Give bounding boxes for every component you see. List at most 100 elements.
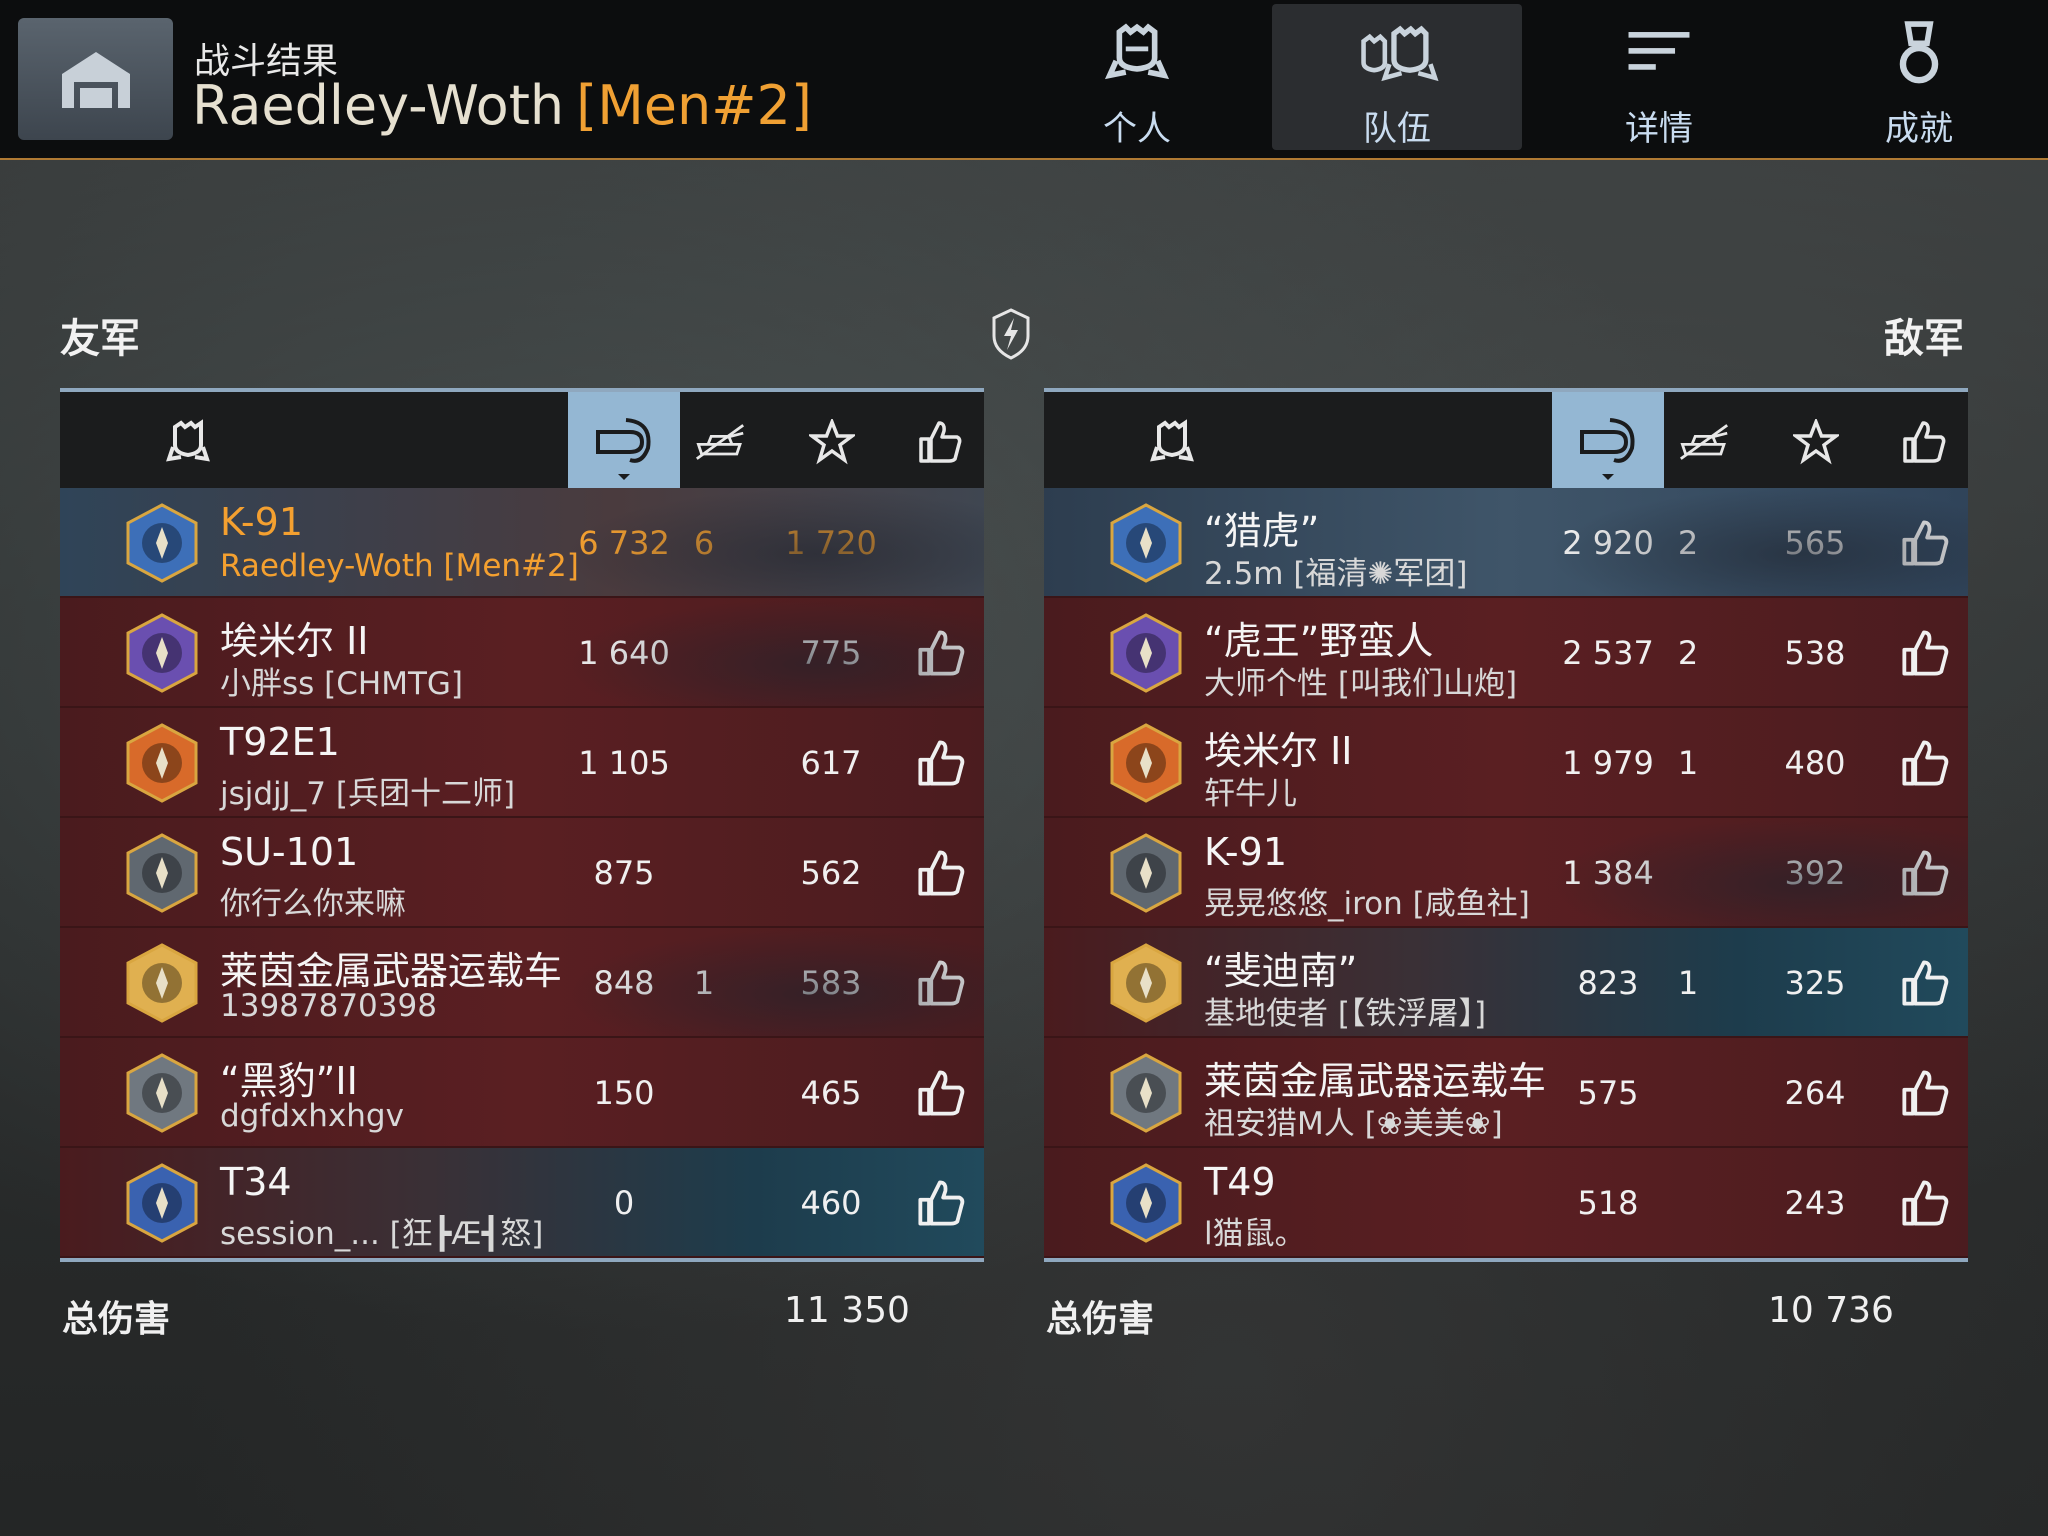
tab-label: 详情 bbox=[1625, 109, 1693, 149]
tank-class-badge-icon bbox=[126, 613, 198, 693]
tab-details[interactable]: 详情 bbox=[1534, 0, 1784, 150]
thumbs-up-icon[interactable] bbox=[1900, 958, 1950, 1008]
allies-total-damage: 11 350 bbox=[784, 1290, 910, 1331]
player-column-icon[interactable] bbox=[160, 414, 216, 470]
damage-value: 0 bbox=[613, 1184, 635, 1222]
damage-value: 1 105 bbox=[578, 744, 670, 782]
experience-value: 392 bbox=[1784, 854, 1846, 892]
kills-value: 1 bbox=[1677, 964, 1699, 1002]
tank-name: 莱茵金属武器运载车 bbox=[220, 949, 563, 993]
player-row[interactable]: 埃米尔 II 轩牛儿 1 979 1 480 bbox=[1044, 708, 1968, 818]
likes-column-icon[interactable] bbox=[1896, 414, 1952, 470]
kills-value: 6 bbox=[693, 524, 715, 562]
likes-column-icon[interactable] bbox=[912, 414, 968, 470]
player-row[interactable]: T49 l猫鼠。 518 243 bbox=[1044, 1148, 1968, 1258]
thumbs-up-icon bbox=[1903, 421, 1946, 463]
experience-column-icon[interactable] bbox=[804, 414, 860, 470]
star-icon bbox=[1793, 419, 1839, 465]
tank-class-badge-icon bbox=[126, 1053, 198, 1133]
damage-shell-icon bbox=[1580, 418, 1635, 480]
player-column-icon[interactable] bbox=[1144, 414, 1200, 470]
allies-label: 友军 bbox=[60, 316, 140, 362]
tank-class-badge-icon bbox=[1110, 613, 1182, 693]
tank-name: “猎虎” bbox=[1204, 509, 1320, 553]
player-row[interactable]: K-91 Raedley-Woth [Men#2] 6 732 6 1 720 bbox=[60, 488, 984, 598]
player-row[interactable]: “猎虎” 2.5m [福清✺军团] 2 920 2 565 bbox=[1044, 488, 1968, 598]
damage-value: 6 732 bbox=[578, 524, 670, 562]
hangar-icon bbox=[61, 52, 130, 108]
thumbs-up-icon[interactable] bbox=[1900, 738, 1950, 788]
player-row[interactable]: “斐迪南” 基地使者 [【铁浮屠】] 823 1 325 bbox=[1044, 928, 1968, 1038]
player-name: session_... [狂┣Æ┫怒] bbox=[220, 1216, 544, 1252]
player-name: 2.5m [福清✺军团] bbox=[1204, 556, 1468, 592]
player-row[interactable]: 莱茵金属武器运载车 祖安猎M人 [❀美美❀] 575 264 bbox=[1044, 1038, 1968, 1148]
enemies-panel: “猎虎” 2.5m [福清✺军团] 2 920 2 565 “虎王”野蛮人 大师个性 [叫我… bbox=[1044, 388, 1968, 1262]
tank-class-badge-icon bbox=[1110, 723, 1182, 803]
player-name: 晃晃悠悠_iron [咸鱼社] bbox=[1204, 886, 1530, 922]
tank-name: K-91 bbox=[220, 500, 303, 544]
crew-member-icon bbox=[1104, 23, 1170, 80]
kills-column-icon[interactable] bbox=[1676, 414, 1732, 470]
experience-value: 264 bbox=[1784, 1074, 1846, 1112]
tank-name: K-91 bbox=[1204, 830, 1287, 874]
player-row[interactable]: T92E1 jsjdjJ_7 [兵团十二师] 1 105 617 bbox=[60, 708, 984, 818]
damage-value: 2 920 bbox=[1562, 524, 1654, 562]
tank-name: SU-101 bbox=[220, 830, 359, 874]
player-row[interactable]: 莱茵金属武器运载车 13987870398 848 1 583 bbox=[60, 928, 984, 1038]
tab-team[interactable]: 队伍 bbox=[1272, 4, 1522, 150]
allies-header bbox=[60, 388, 984, 488]
player-row[interactable]: T34 session_... [狂┣Æ┫怒] 0 460 bbox=[60, 1148, 984, 1258]
damage-value: 875 bbox=[593, 854, 655, 892]
thumbs-up-icon[interactable] bbox=[916, 1068, 966, 1118]
thumbs-up-icon[interactable] bbox=[916, 958, 966, 1008]
kills-value: 2 bbox=[1677, 524, 1699, 562]
destroyed-tank-icon bbox=[695, 424, 745, 460]
enemies-list: “猎虎” 2.5m [福清✺军团] 2 920 2 565 “虎王”野蛮人 大师个性 [叫我… bbox=[1044, 488, 1968, 1258]
experience-column-icon[interactable] bbox=[1788, 414, 1844, 470]
tank-class-badge-icon bbox=[126, 1163, 198, 1243]
kills-value: 2 bbox=[1677, 634, 1699, 672]
player-row[interactable]: “黑豹”II dgfdxhxhgv 150 465 bbox=[60, 1038, 984, 1148]
player-name: 大师个性 [叫我们山炮] bbox=[1204, 666, 1518, 702]
experience-value: 480 bbox=[1784, 744, 1846, 782]
kills-column-icon[interactable] bbox=[692, 414, 748, 470]
player-row[interactable]: “虎王”野蛮人 大师个性 [叫我们山炮] 2 537 2 538 bbox=[1044, 598, 1968, 708]
thumbs-up-icon[interactable] bbox=[1900, 518, 1950, 568]
team-icon bbox=[1361, 25, 1439, 82]
enemies-header bbox=[1044, 388, 1968, 488]
damage-shell-icon bbox=[596, 418, 651, 480]
damage-value: 823 bbox=[1577, 964, 1639, 1002]
medal-icon bbox=[1899, 21, 1939, 84]
thumbs-up-icon[interactable] bbox=[916, 628, 966, 678]
thumbs-up-icon[interactable] bbox=[1900, 628, 1950, 678]
experience-value: 465 bbox=[800, 1074, 862, 1112]
tank-class-badge-icon bbox=[1110, 1053, 1182, 1133]
player-row[interactable]: K-91 晃晃悠悠_iron [咸鱼社] 1 384 392 bbox=[1044, 818, 1968, 928]
tank-class-badge-icon bbox=[1110, 833, 1182, 913]
tab-personal[interactable]: 个人 bbox=[1012, 0, 1262, 150]
experience-value: 243 bbox=[1784, 1184, 1846, 1222]
player-row[interactable]: 埃米尔 II 小胖ss [CHMTG] 1 640 775 bbox=[60, 598, 984, 708]
tab-achievements[interactable]: 成就 bbox=[1794, 0, 2044, 150]
thumbs-up-icon[interactable] bbox=[916, 738, 966, 788]
player-name: 你行么你来嘛 bbox=[220, 886, 406, 922]
damage-sort-header[interactable] bbox=[1552, 392, 1664, 488]
experience-value: 460 bbox=[800, 1184, 862, 1222]
thumbs-up-icon[interactable] bbox=[916, 848, 966, 898]
player-name: 小胖ss [CHMTG] bbox=[220, 666, 464, 702]
thumbs-up-icon[interactable] bbox=[1900, 1178, 1950, 1228]
damage-value: 575 bbox=[1577, 1074, 1639, 1112]
tank-name: 莱茵金属武器运载车 bbox=[1204, 1059, 1547, 1103]
tank-class-badge-icon bbox=[126, 833, 198, 913]
damage-sort-header[interactable] bbox=[568, 392, 680, 488]
player-row[interactable]: SU-101 你行么你来嘛 875 562 bbox=[60, 818, 984, 928]
damage-value: 1 384 bbox=[1562, 854, 1654, 892]
thumbs-up-icon[interactable] bbox=[1900, 848, 1950, 898]
garage-button[interactable] bbox=[18, 18, 173, 140]
divider bbox=[1044, 1258, 1968, 1262]
thumbs-up-icon[interactable] bbox=[1900, 1068, 1950, 1118]
experience-value: 583 bbox=[800, 964, 862, 1002]
damage-value: 2 537 bbox=[1562, 634, 1654, 672]
thumbs-up-icon[interactable] bbox=[916, 1178, 966, 1228]
player-name: 祖安猎M人 [❀美美❀] bbox=[1204, 1106, 1503, 1142]
